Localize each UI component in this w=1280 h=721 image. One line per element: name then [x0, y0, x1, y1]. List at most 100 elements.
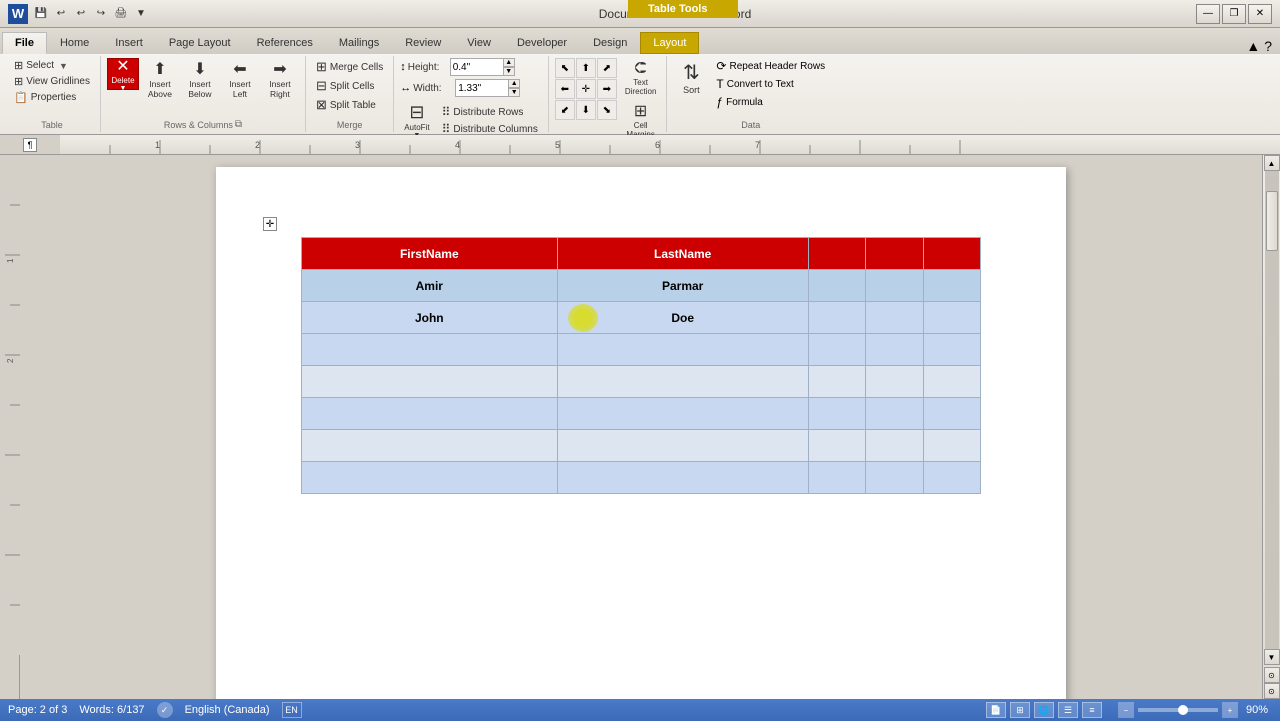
cell-r4-2[interactable] [557, 366, 808, 398]
select-button[interactable]: ⊞ Select ▼ [10, 58, 94, 73]
cell-r1-4[interactable] [866, 270, 923, 302]
cell-r6-1[interactable] [302, 430, 558, 462]
scroll-thumb[interactable] [1266, 191, 1278, 251]
rows-columns-dialog-launcher[interactable]: ⧉ [235, 119, 242, 130]
cell-r6-3[interactable] [808, 430, 865, 462]
cell-r1-3[interactable] [808, 270, 865, 302]
zoom-thumb[interactable] [1178, 705, 1188, 715]
width-input[interactable]: ▲ ▼ [455, 79, 520, 97]
insert-below-button[interactable]: ⬇ Insert Below [181, 58, 219, 100]
merge-cells-button[interactable]: ⊞ Merge Cells [312, 58, 387, 76]
undo2-button[interactable]: ↩ [72, 5, 90, 23]
cell-r7-4[interactable] [866, 462, 923, 494]
cell-r7-5[interactable] [923, 462, 980, 494]
height-down[interactable]: ▼ [503, 67, 515, 76]
undo-button[interactable]: ↩ [52, 5, 70, 23]
tab-design[interactable]: Design [580, 32, 640, 54]
restore-button[interactable]: ❐ [1222, 4, 1246, 24]
tab-view[interactable]: View [454, 32, 504, 54]
header-cell-5[interactable] [923, 238, 980, 270]
align-middle-left-button[interactable]: ⬅ [555, 79, 575, 99]
properties-button[interactable]: 📋 Properties [10, 90, 94, 105]
tab-home[interactable]: Home [47, 32, 102, 54]
cell-r2-5[interactable] [923, 302, 980, 334]
cell-r6-2[interactable] [557, 430, 808, 462]
align-bottom-right-button[interactable]: ⬊ [597, 100, 617, 120]
vertical-scrollbar[interactable]: ▲ ▼ ⊙ ⊙ [1262, 155, 1280, 699]
align-top-left-button[interactable]: ⬉ [555, 58, 575, 78]
scroll-page-up[interactable]: ⊙ [1264, 667, 1280, 683]
cell-r3-5[interactable] [923, 334, 980, 366]
save-button[interactable]: 💾 [32, 5, 50, 23]
delete-button[interactable]: ✕ Delete ▼ [107, 58, 139, 90]
split-table-button[interactable]: ⊠ Split Table [312, 96, 387, 114]
tab-developer[interactable]: Developer [504, 32, 580, 54]
outline-button[interactable]: ☰ [1058, 702, 1078, 718]
language-button[interactable]: EN [282, 702, 302, 718]
tab-layout[interactable]: Layout [640, 32, 699, 54]
cell-r4-4[interactable] [866, 366, 923, 398]
scroll-page-down[interactable]: ⊙ [1264, 683, 1280, 699]
cell-r4-1[interactable] [302, 366, 558, 398]
cell-r2-4[interactable] [866, 302, 923, 334]
cell-r5-1[interactable] [302, 398, 558, 430]
header-cell-3[interactable] [808, 238, 865, 270]
tab-review[interactable]: Review [392, 32, 454, 54]
align-middle-right-button[interactable]: ➡ [597, 79, 617, 99]
text-direction-button[interactable]: ⮈ Text Direction [621, 58, 661, 98]
sort-button[interactable]: ⇅ Sort [673, 58, 709, 97]
header-cell-4[interactable] [866, 238, 923, 270]
cell-amir-first[interactable]: Amir [302, 270, 558, 302]
proofing-icon[interactable]: ✓ [157, 702, 173, 718]
tab-file[interactable]: File [2, 32, 47, 54]
cell-r6-5[interactable] [923, 430, 980, 462]
redo-button[interactable]: ↪ [92, 5, 110, 23]
zoom-slider[interactable] [1138, 708, 1218, 712]
cell-john-last[interactable]: Doe [557, 302, 808, 334]
tab-insert[interactable]: Insert [102, 32, 156, 54]
draft-button[interactable]: ≡ [1082, 702, 1102, 718]
cell-r7-1[interactable] [302, 462, 558, 494]
zoom-percent[interactable]: 90% [1242, 704, 1272, 716]
cell-amir-last[interactable]: Parmar [557, 270, 808, 302]
view-gridlines-button[interactable]: ⊞ View Gridlines [10, 74, 94, 89]
print-preview-button[interactable]: 🖨 [112, 5, 130, 23]
scroll-down-button[interactable]: ▼ [1264, 649, 1280, 665]
doc-scroll-area[interactable]: ✛ FirstName LastName Amir Parmar [20, 155, 1262, 699]
cell-john-first[interactable]: John [302, 302, 558, 334]
insert-right-button[interactable]: ➡ Insert Right [261, 58, 299, 100]
insert-above-button[interactable]: ⬆ Insert Above [141, 58, 179, 100]
cell-r4-5[interactable] [923, 366, 980, 398]
zoom-out-button[interactable]: − [1118, 702, 1134, 718]
tab-page-layout[interactable]: Page Layout [156, 32, 244, 54]
formula-button[interactable]: ƒ Formula [713, 94, 828, 110]
width-value[interactable] [458, 83, 508, 94]
zoom-in-button[interactable]: + [1222, 702, 1238, 718]
repeat-header-button[interactable]: ⟳ Repeat Header Rows [713, 58, 828, 74]
cell-r3-1[interactable] [302, 334, 558, 366]
width-up[interactable]: ▲ [508, 79, 520, 88]
scroll-track[interactable] [1265, 171, 1279, 649]
tab-references[interactable]: References [244, 32, 326, 54]
split-cells-button[interactable]: ⊟ Split Cells [312, 77, 387, 95]
width-down[interactable]: ▼ [508, 88, 520, 97]
tab-mailings[interactable]: Mailings [326, 32, 392, 54]
cell-r3-2[interactable] [557, 334, 808, 366]
print-layout-button[interactable]: 📄 [986, 702, 1006, 718]
align-bottom-left-button[interactable]: ⬋ [555, 100, 575, 120]
height-input[interactable]: ▲ ▼ [450, 58, 515, 76]
cell-r6-4[interactable] [866, 430, 923, 462]
convert-to-text-button[interactable]: T Convert to Text [713, 76, 828, 92]
cell-r1-5[interactable] [923, 270, 980, 302]
cell-r4-3[interactable] [808, 366, 865, 398]
collapse-ribbon-button[interactable]: ▲ [1246, 38, 1260, 54]
align-top-right-button[interactable]: ⬈ [597, 58, 617, 78]
cell-r5-4[interactable] [866, 398, 923, 430]
cell-r3-3[interactable] [808, 334, 865, 366]
distribute-rows-button[interactable]: ⠿ Distribute Rows [438, 104, 542, 120]
cell-r5-5[interactable] [923, 398, 980, 430]
table-move-handle[interactable]: ✛ [263, 217, 277, 231]
cell-r5-3[interactable] [808, 398, 865, 430]
insert-left-button[interactable]: ⬅ Insert Left [221, 58, 259, 100]
cell-r2-3[interactable] [808, 302, 865, 334]
